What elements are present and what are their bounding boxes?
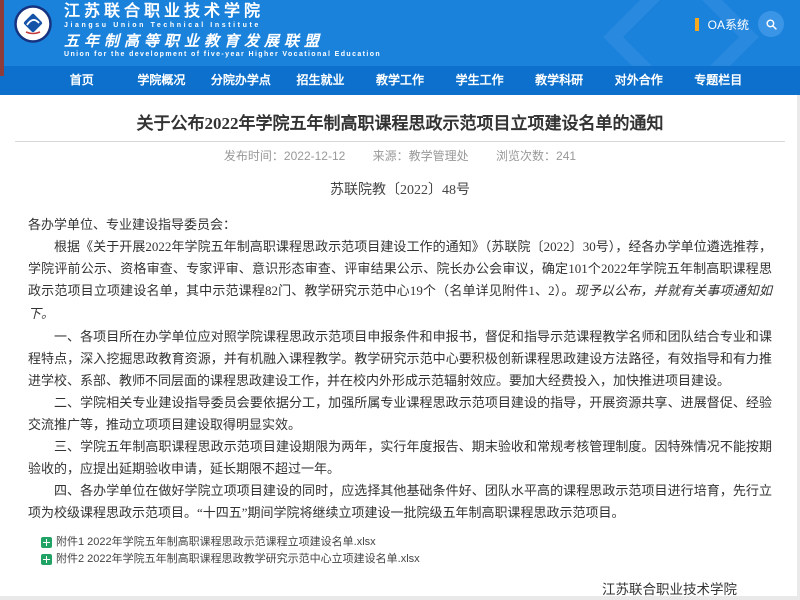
nav-item-teaching[interactable]: 教学工作 bbox=[360, 66, 440, 95]
search-button[interactable] bbox=[758, 11, 784, 37]
union-name-cn: 五年制高等职业教育发展联盟 bbox=[64, 34, 381, 49]
publish-time: 发布时间：2022-12-12 bbox=[224, 149, 345, 163]
paragraph-item-2: 二、学院相关专业建设指导委员会要依据分工，加强所属专业课程思政示范项目建设的指导… bbox=[28, 392, 772, 436]
union-name-en: Union for the development of five-year H… bbox=[64, 51, 381, 58]
attachment-link-1[interactable]: 附件1 2022年学院五年制高职课程思政示范课程立项建设名单.xlsx bbox=[41, 534, 785, 551]
attachment-label: 附件2 2022年学院五年制高职课程思政教学研究示范中心立项建设名单.xlsx bbox=[56, 551, 420, 568]
article-body: 各办学单位、专业建设指导委员会： 根据《关于开展2022年学院五年制高职课程思政… bbox=[28, 214, 772, 524]
nav-item-overview[interactable]: 学院概况 bbox=[122, 66, 202, 95]
search-icon bbox=[765, 18, 778, 31]
view-count: 浏览次数：241 bbox=[496, 149, 576, 163]
publish-time-value: 2022-12-12 bbox=[284, 149, 345, 163]
oa-accent-bar bbox=[695, 18, 699, 31]
salutation: 各办学单位、专业建设指导委员会： bbox=[28, 214, 772, 236]
nav-item-student-affairs[interactable]: 学生工作 bbox=[440, 66, 520, 95]
site-name-en: Jiangsu Union Technical Institute bbox=[64, 22, 381, 29]
page: 江苏联合职业技术学院 Jiangsu Union Technical Insti… bbox=[0, 0, 800, 600]
brand-block: 江苏联合职业技术学院 Jiangsu Union Technical Insti… bbox=[64, 4, 381, 58]
page-title: 关于公布2022年学院五年制高职课程思政示范项目立项建设名单的通知 bbox=[55, 109, 745, 134]
excel-file-icon bbox=[41, 537, 52, 548]
signature-org: 江苏联合职业技术学院 bbox=[15, 580, 737, 599]
site-header: 江苏联合职业技术学院 Jiangsu Union Technical Insti… bbox=[0, 0, 800, 66]
source-value: 教学管理处 bbox=[409, 149, 469, 163]
left-edge-strip bbox=[0, 0, 4, 76]
view-count-label: 浏览次数： bbox=[496, 149, 556, 163]
main-nav: 首页 学院概况 分院办学点 招生就业 教学工作 学生工作 教学科研 对外合作 专… bbox=[0, 66, 800, 95]
oa-system-link[interactable]: OA系统 bbox=[708, 16, 749, 33]
school-logo[interactable] bbox=[14, 5, 52, 43]
nav-item-special-columns[interactable]: 专题栏目 bbox=[679, 66, 759, 95]
excel-file-icon bbox=[41, 554, 52, 565]
nav-item-research[interactable]: 教学科研 bbox=[519, 66, 599, 95]
paragraph-item-4: 四、各办学单位在做好学院立项项目建设的同时，应选择其他基础条件好、团队水平高的课… bbox=[28, 480, 772, 524]
source: 来源：教学管理处 bbox=[373, 149, 469, 163]
nav-item-cooperation[interactable]: 对外合作 bbox=[599, 66, 679, 95]
school-logo-emblem-icon bbox=[14, 5, 52, 43]
publish-time-label: 发布时间： bbox=[224, 149, 284, 163]
document-number: 苏联院教〔2022〕48号 bbox=[15, 179, 785, 199]
site-name-cn: 江苏联合职业技术学院 bbox=[64, 4, 381, 20]
article-meta: 发布时间：2022-12-12 来源：教学管理处 浏览次数：241 bbox=[15, 148, 785, 164]
source-label: 来源： bbox=[373, 149, 409, 163]
attachment-link-2[interactable]: 附件2 2022年学院五年制高职课程思政教学研究示范中心立项建设名单.xlsx bbox=[41, 551, 785, 568]
article: 关于公布2022年学院五年制高职课程思政示范项目立项建设名单的通知 发布时间：2… bbox=[0, 95, 800, 600]
attachments: 附件1 2022年学院五年制高职课程思政示范课程立项建设名单.xlsx 附件2 … bbox=[41, 534, 785, 568]
header-utilities: OA系统 bbox=[695, 11, 784, 37]
title-divider bbox=[15, 141, 785, 142]
nav-item-home[interactable]: 首页 bbox=[42, 66, 122, 95]
signature-block: 江苏联合职业技术学院 2022年12月12日 bbox=[15, 580, 785, 600]
paragraph-item-1: 一、各项目所在办学单位应对照学院课程思政示范项目申报条件和申报书，督促和指导示范… bbox=[28, 326, 772, 392]
nav-item-admissions[interactable]: 招生就业 bbox=[281, 66, 361, 95]
intro-paragraph: 根据《关于开展2022年学院五年制高职课程思政示范项目建设工作的通知》（苏联院〔… bbox=[28, 236, 772, 326]
nav-item-campuses[interactable]: 分院办学点 bbox=[201, 66, 281, 95]
view-count-value: 241 bbox=[556, 149, 576, 163]
attachment-label: 附件1 2022年学院五年制高职课程思政示范课程立项建设名单.xlsx bbox=[56, 534, 376, 551]
paragraph-item-3: 三、学院五年制高职课程思政示范项目建设期限为两年，实行年度报告、期末验收和常规考… bbox=[28, 436, 772, 480]
